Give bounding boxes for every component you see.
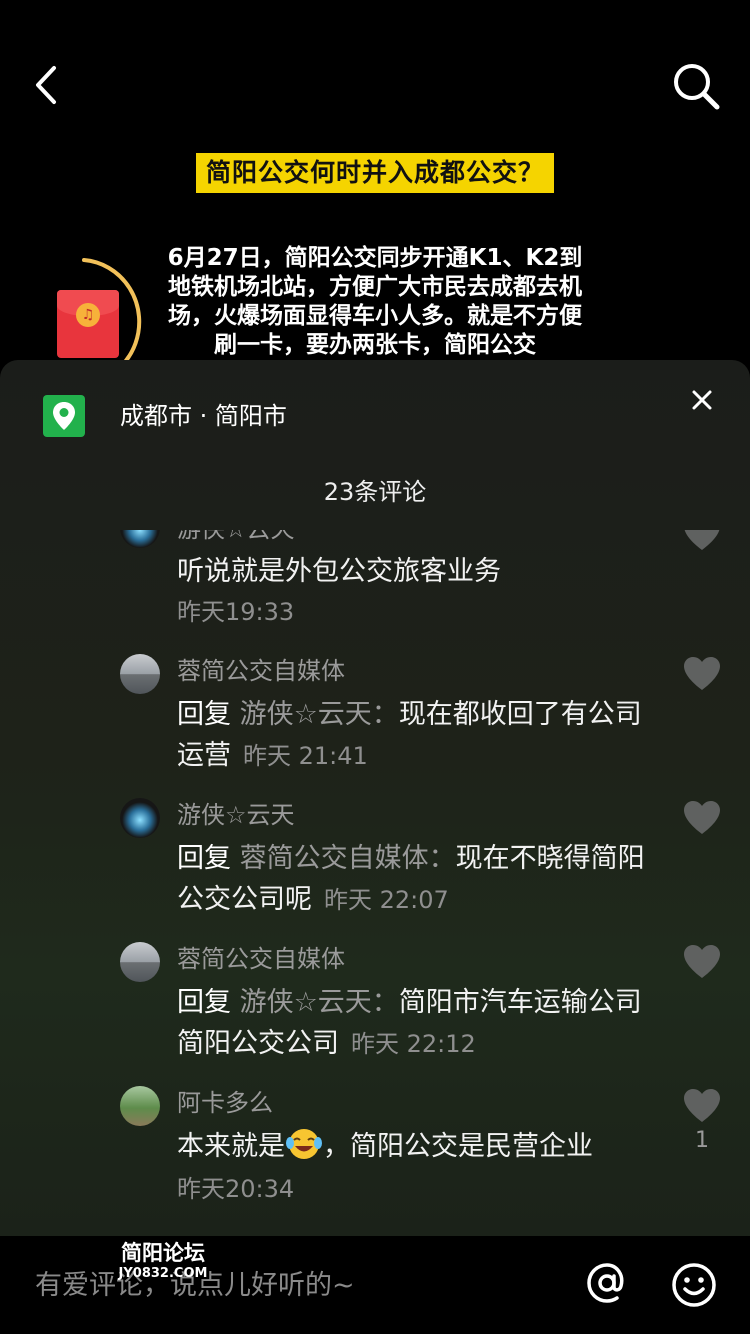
reply-prefix: 回复 — [177, 843, 231, 874]
location-pin-icon[interactable] — [43, 395, 85, 437]
comment-text: 本来就是 ，简阳公交是民营企业 — [177, 1126, 647, 1167]
back-button[interactable] — [28, 60, 68, 110]
comment-username[interactable]: 阿卡多么 — [177, 1088, 273, 1118]
avatar[interactable] — [120, 654, 160, 694]
avatar[interactable] — [120, 1086, 160, 1126]
avatar[interactable] — [120, 798, 160, 838]
chevron-left-icon — [36, 66, 56, 104]
comment-body-rest: ，简阳公交是民营企业 — [323, 1131, 593, 1162]
comment-text: 回复 蓉简公交自媒体：现在不晓得简阳公交公司呢 昨天 22:07 — [177, 838, 647, 921]
watermark-title: 简阳论坛 — [121, 1241, 205, 1265]
comment-time: 昨天19:33 — [177, 598, 295, 626]
laughing-crying-emoji-icon — [286, 1129, 322, 1159]
video-area[interactable]: 简阳公交何时并入成都公交？ 6月27日，简阳公交同步开通K1、K2到地铁机场北站… — [0, 0, 750, 386]
comment-list[interactable]: 游侠☆云天 听说就是外包公交旅客业务 昨天19:33 蓉简公交自媒体 回复 游侠… — [0, 530, 750, 1236]
comment-count-title: 23条评论 — [323, 478, 427, 506]
video-title-banner: 简阳公交何时并入成都公交？ — [196, 153, 554, 193]
reply-target[interactable]: 游侠☆云天： — [240, 987, 399, 1018]
comment-time: 昨天20:34 — [177, 1175, 295, 1203]
search-icon — [674, 64, 720, 110]
heart-icon[interactable] — [682, 656, 722, 692]
heart-icon[interactable] — [682, 1088, 722, 1124]
comment-time: 昨天 22:07 — [324, 886, 449, 914]
comment-sheet: 成都市 · 简阳市 23条评论 游侠☆云天 听说就是外包公交旅客业务 昨天19:… — [0, 360, 750, 1236]
reply-prefix: 回复 — [177, 699, 231, 730]
smiley-icon[interactable] — [670, 1261, 718, 1309]
like-count: 1 — [695, 1128, 709, 1153]
location-label[interactable]: 成都市 · 简阳市 — [120, 400, 287, 432]
at-icon[interactable] — [584, 1260, 630, 1306]
close-button[interactable] — [686, 384, 718, 416]
comment-text: 回复 游侠☆云天：现在都收回了有公司运营 昨天 21:41 — [177, 694, 647, 777]
red-packet-button[interactable]: ♫ — [57, 290, 119, 358]
heart-icon[interactable] — [682, 530, 722, 552]
search-button[interactable] — [670, 60, 722, 112]
red-packet-icon: ♫ — [76, 303, 100, 327]
video-caption: 6月27日，简阳公交同步开通K1、K2到地铁机场北站，方便广大市民去成都去机场，… — [167, 245, 583, 358]
comment-time: 昨天 22:12 — [351, 1030, 476, 1058]
comment-text: 回复 游侠☆云天：简阳市汽车运输公司简阳公交公司 昨天 22:12 — [177, 982, 647, 1065]
comment-username[interactable]: 游侠☆云天 — [177, 530, 295, 544]
heart-icon[interactable] — [682, 944, 722, 980]
watermark: 简阳论坛 JY0832.COM — [110, 1240, 216, 1282]
reply-prefix: 回复 — [177, 987, 231, 1018]
comment-time: 昨天 21:41 — [243, 742, 368, 770]
comment-username[interactable]: 蓉简公交自媒体 — [177, 656, 345, 686]
comment-body: 本来就是 — [177, 1131, 285, 1162]
avatar[interactable] — [120, 530, 160, 548]
avatar[interactable] — [120, 942, 160, 982]
reply-target[interactable]: 游侠☆云天： — [240, 699, 399, 730]
reply-target[interactable]: 蓉简公交自媒体： — [240, 843, 456, 874]
comment-username[interactable]: 游侠☆云天 — [177, 800, 295, 830]
close-icon — [692, 390, 712, 410]
watermark-url: JY0832.COM — [118, 1266, 208, 1281]
heart-icon[interactable] — [682, 800, 722, 836]
comment-username[interactable]: 蓉简公交自媒体 — [177, 944, 345, 974]
comment-text: 听说就是外包公交旅客业务 — [177, 556, 501, 587]
